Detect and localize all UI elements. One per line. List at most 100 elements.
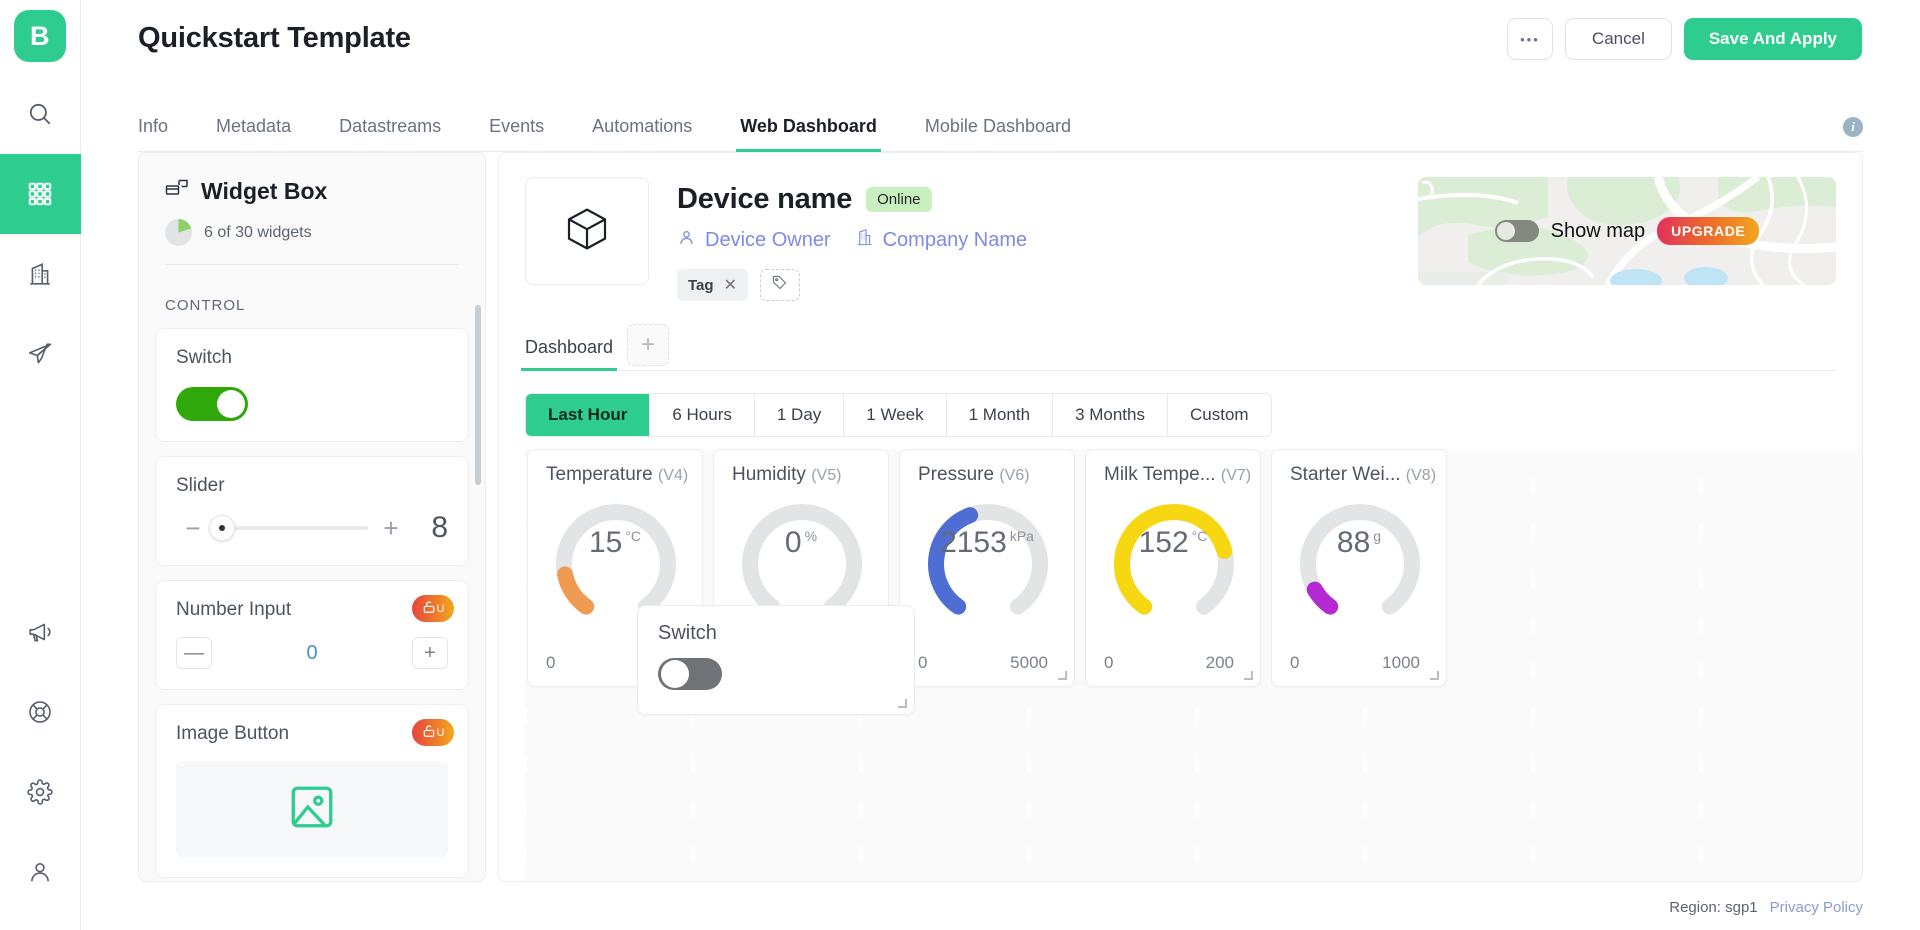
tab-metadata[interactable]: Metadata	[216, 116, 291, 151]
sidebar-item-announcements[interactable]	[0, 592, 81, 672]
range-custom[interactable]: Custom	[1168, 394, 1271, 436]
lock-badge-letter: U	[437, 603, 445, 615]
app-logo[interactable]: B	[14, 10, 66, 62]
tag-chip[interactable]: Tag ✕	[677, 269, 748, 301]
cancel-button[interactable]: Cancel	[1565, 18, 1672, 60]
slider-value: 8	[408, 511, 448, 545]
widget-card-number-input[interactable]: Number Input U — 0 +	[155, 580, 469, 690]
range-6-hours[interactable]: 6 Hours	[650, 394, 755, 436]
gauge-min-label: 0	[1104, 653, 1113, 673]
slider-decrement-icon[interactable]: −	[176, 513, 210, 544]
gauge-max-label: 1000	[1382, 653, 1420, 673]
tab-mobile-dashboard[interactable]: Mobile Dashboard	[925, 116, 1071, 151]
sidebar-item-support[interactable]	[0, 672, 81, 752]
canvas-widget-switch[interactable]: Switch	[637, 605, 915, 715]
show-map-toggle[interactable]	[1495, 220, 1539, 242]
resize-handle[interactable]	[1430, 671, 1439, 680]
divider	[165, 264, 459, 265]
user-icon	[27, 859, 53, 885]
widget-list-scroll[interactable]: CONTROL Switch Slider −	[139, 275, 485, 881]
sidebar-item-organizations[interactable]	[0, 234, 81, 314]
switch-toggle[interactable]	[176, 387, 248, 421]
sidebar-item-messages[interactable]	[0, 314, 81, 394]
range-1-week[interactable]: 1 Week	[844, 394, 946, 436]
gauge-title: Temperature (V4)	[546, 464, 688, 486]
tab-events[interactable]: Events	[489, 116, 544, 151]
tab-info[interactable]: Info	[138, 116, 168, 151]
slider-track[interactable]	[216, 526, 368, 530]
gauge-widget[interactable]: Pressure (V6) 2153kPa 0 5000	[899, 449, 1075, 687]
toggle[interactable]	[658, 658, 722, 690]
lock-upgrade-badge[interactable]: U	[412, 719, 454, 746]
tab-web-dashboard[interactable]: Web Dashboard	[740, 116, 877, 151]
number-decrement-button[interactable]: —	[176, 637, 212, 669]
range-1-month[interactable]: 1 Month	[947, 394, 1053, 436]
number-stepper[interactable]: — 0 +	[176, 637, 448, 669]
widget-box-icon	[165, 177, 189, 205]
privacy-policy-link[interactable]: Privacy Policy	[1770, 899, 1863, 916]
range-last-hour[interactable]: Last Hour	[526, 394, 650, 436]
info-icon[interactable]: i	[1843, 117, 1863, 137]
user-icon	[677, 228, 696, 253]
add-dashboard-button[interactable]: +	[627, 324, 669, 366]
resize-handle[interactable]	[1244, 671, 1253, 680]
toggle-knob	[661, 660, 689, 688]
sidebar-item-settings[interactable]	[0, 752, 81, 832]
gauge-widget[interactable]: Starter Wei... (V8) 88g 0 1000	[1271, 449, 1447, 687]
gauge-widget[interactable]: Milk Tempe... (V7) 152°C 0 200	[1085, 449, 1261, 687]
left-nav-rail: B	[0, 0, 81, 930]
sidebar-item-account[interactable]	[0, 832, 81, 912]
widget-box-header: Widget Box 6 of 30 widgets	[139, 153, 485, 265]
device-thumbnail[interactable]	[525, 177, 649, 285]
building-icon	[855, 228, 874, 253]
resize-handle[interactable]	[1058, 671, 1067, 680]
upgrade-badge[interactable]: UPGRADE	[1657, 217, 1759, 245]
gauge-pin: (V6)	[999, 467, 1029, 484]
range-1-day[interactable]: 1 Day	[755, 394, 844, 436]
sidebar-item-search[interactable]	[0, 74, 81, 154]
gauge-title: Humidity (V5)	[732, 464, 841, 486]
tab-datastreams[interactable]: Datastreams	[339, 116, 441, 151]
widget-count-label: 6 of 30 widgets	[204, 224, 312, 242]
image-placeholder[interactable]	[176, 761, 448, 857]
device-owner-link[interactable]: Device Owner	[677, 228, 831, 253]
save-and-apply-button[interactable]: Save And Apply	[1684, 18, 1862, 60]
more-options-button[interactable]: •••	[1507, 18, 1553, 60]
tab-automations[interactable]: Automations	[592, 116, 692, 151]
toggle-knob	[1497, 222, 1515, 240]
page-title: Quickstart Template	[138, 22, 411, 55]
company-link[interactable]: Company Name	[855, 228, 1028, 253]
widget-card-title: Image Button	[176, 723, 448, 745]
device-links: Device Owner Company Name	[677, 228, 1041, 253]
slider-thumb[interactable]	[209, 515, 235, 541]
tag-remove-icon[interactable]: ✕	[724, 275, 737, 295]
widget-list-scrollbar[interactable]	[475, 305, 481, 485]
resize-handle[interactable]	[898, 699, 907, 708]
gauge-pin: (V7)	[1221, 467, 1251, 484]
canvas-switch-title: Switch	[658, 622, 717, 645]
device-name-row: Device name Online	[677, 183, 1041, 216]
canvas-switch-toggle[interactable]	[658, 658, 722, 690]
dashboard-tabs: Dashboard +	[525, 325, 1836, 371]
lock-upgrade-badge[interactable]: U	[412, 595, 454, 622]
sidebar-item-devices[interactable]	[0, 154, 81, 234]
map-preview[interactable]: Show map UPGRADE	[1418, 177, 1836, 285]
widget-card-image-button[interactable]: Image Button U	[155, 704, 469, 878]
widget-card-switch[interactable]: Switch	[155, 328, 469, 442]
add-tag-button[interactable]	[760, 269, 800, 301]
number-increment-button[interactable]: +	[412, 637, 448, 669]
range-3-months[interactable]: 3 Months	[1053, 394, 1168, 436]
gauge-arc	[1272, 492, 1446, 642]
dashboard-tab-dashboard[interactable]: Dashboard	[525, 337, 613, 370]
tag-icon	[771, 274, 788, 296]
slider-control[interactable]: − + 8	[176, 511, 448, 545]
gauge-min-label: 0	[546, 653, 555, 673]
map-overlay: Show map UPGRADE	[1418, 177, 1836, 285]
number-value: 0	[306, 642, 317, 665]
slider-increment-icon[interactable]: +	[374, 513, 408, 544]
gauge-title: Pressure (V6)	[918, 464, 1030, 486]
gauge-value: 152°C	[1086, 526, 1260, 560]
region-label: Region: sgp1	[1669, 899, 1757, 916]
widget-card-slider[interactable]: Slider − + 8	[155, 456, 469, 566]
gauge-value: 15°C	[528, 526, 702, 560]
